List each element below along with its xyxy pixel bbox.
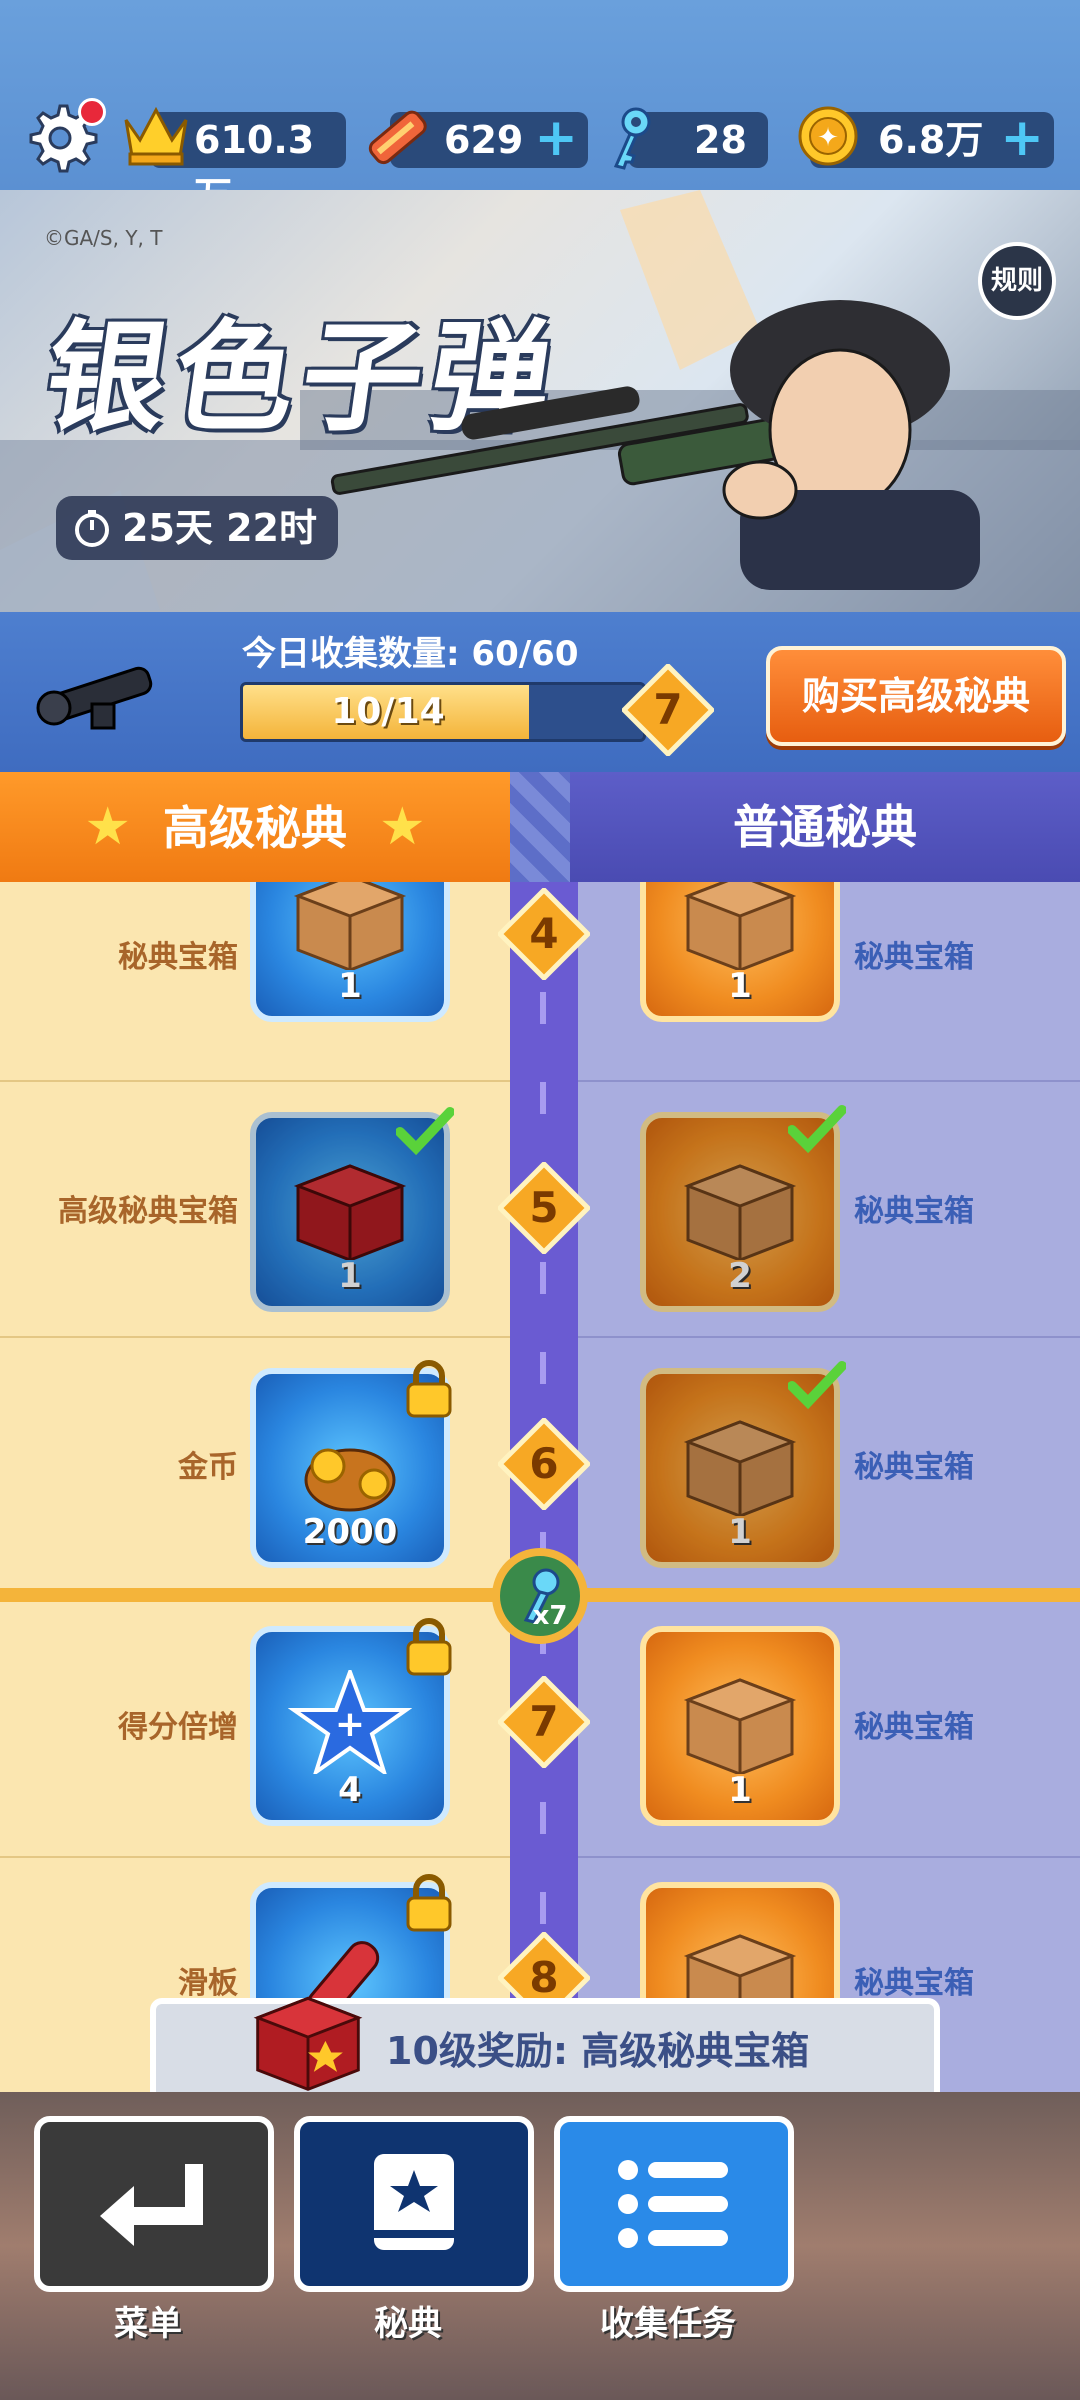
coin-bag-icon	[304, 1448, 396, 1512]
normal-reward-card[interactable]: 1	[640, 882, 840, 1022]
tasks-button[interactable]	[554, 2116, 794, 2292]
ticket-icon	[368, 110, 427, 165]
chest-icon	[683, 1420, 797, 1516]
chest-icon	[683, 1164, 797, 1260]
timer-text: 25天 22时	[122, 506, 317, 550]
current-level-badge: 7	[622, 664, 714, 756]
premium-chest-icon	[253, 1996, 363, 2091]
buy-premium-button[interactable]: 购买高级秘典	[766, 646, 1066, 746]
key-icon	[613, 107, 651, 170]
normal-reward-label: 秘典宝箱	[854, 1710, 974, 1745]
tab-divider	[510, 772, 570, 882]
star-icon: ★	[379, 797, 426, 857]
tab-premium-label: 高级秘典	[163, 801, 347, 855]
level-progress-bar: 10/14	[240, 682, 646, 742]
level-number: 4	[529, 909, 558, 958]
premium-reward-label: 金币	[178, 1450, 238, 1485]
ticket-value: 629	[444, 118, 524, 162]
daily-collect-label: 今日收集数量: 60/60	[242, 634, 579, 674]
chest-icon	[683, 882, 797, 970]
premium-reward-label: 滑板	[178, 1966, 238, 2001]
chest-icon	[293, 882, 407, 970]
premium-reward-label: 得分倍增	[118, 1710, 238, 1745]
level-diamond: 5	[498, 1162, 590, 1254]
normal-reward-card[interactable]: 1	[640, 1626, 840, 1826]
reward-quantity: 4	[338, 1770, 362, 1810]
chest-icon	[683, 1678, 797, 1774]
coin-icon: ✦	[798, 106, 858, 166]
key-unlock-badge[interactable]: x7	[490, 1546, 590, 1646]
tab-normal-label: 普通秘典	[733, 800, 917, 854]
lock-icon	[406, 1618, 452, 1676]
track-row: 秘典宝箱 1 1 4 秘典宝箱	[0, 882, 1080, 1082]
reward-quantity: 1	[728, 1770, 752, 1810]
tasks-label: 收集任务	[600, 2304, 736, 2344]
rules-button[interactable]: 规则	[978, 242, 1056, 320]
reward-quantity: 1	[338, 966, 362, 1006]
menu-label: 菜单	[114, 2304, 182, 2344]
event-banner: ©GA/S, Y, T 银色子弹 规则 25天 22时	[0, 190, 1080, 612]
reward-quantity: 2	[728, 1256, 752, 1296]
level-diamond: 4	[498, 888, 590, 980]
event-timer: 25天 22时	[56, 496, 338, 560]
star-icon: ★	[84, 797, 131, 857]
key-unlock-count: x7	[533, 1601, 568, 1631]
lock-icon	[406, 1874, 452, 1932]
stopwatch-icon	[75, 510, 109, 547]
reward-quantity: 2000	[302, 1512, 398, 1552]
crown-icon	[124, 106, 188, 166]
premium-chest-icon	[293, 1164, 407, 1260]
level-progress-text: 10/14	[331, 691, 445, 732]
premium-reward-label: 高级秘典宝箱	[58, 1194, 238, 1229]
svg-text:+: +	[335, 1704, 365, 1745]
level-diamond: 7	[498, 1676, 590, 1768]
level-number: 8	[529, 1953, 558, 2002]
coin-plus-button[interactable]: +	[1000, 112, 1044, 164]
return-arrow-icon	[100, 2164, 203, 2246]
reward-quantity: 1	[728, 966, 752, 1006]
level-number: 5	[529, 1183, 558, 1232]
pass-tabs: ★ 高级秘典 ★ 普通秘典	[0, 772, 1080, 882]
normal-reward-label: 秘典宝箱	[854, 1194, 974, 1229]
codex-label: 秘典	[374, 2304, 442, 2344]
svg-text:✦: ✦	[817, 123, 839, 153]
premium-reward-label: 秘典宝箱	[118, 940, 238, 975]
scope-icon	[36, 666, 153, 730]
level-diamond: 6	[498, 1418, 590, 1510]
menu-button[interactable]	[34, 2116, 274, 2292]
tab-premium[interactable]: ★ 高级秘典 ★	[0, 772, 510, 882]
current-level-text: 7	[653, 685, 682, 734]
tab-normal[interactable]: 普通秘典	[570, 772, 1080, 882]
reward-banner-text: 10级奖励: 高级秘典宝箱	[386, 2029, 810, 2073]
copyright-text: ©GA/S, Y, T	[44, 226, 163, 250]
level-10-reward-banner[interactable]: 10级奖励: 高级秘典宝箱	[150, 1996, 940, 2104]
reward-quantity: 1	[338, 1256, 362, 1296]
score-star-icon: +	[288, 1670, 412, 1774]
premium-reward-card[interactable]: 1	[250, 882, 450, 1022]
reward-quantity: 1	[728, 1512, 752, 1552]
ticket-plus-button[interactable]: +	[534, 112, 578, 164]
normal-reward-label: 秘典宝箱	[854, 940, 974, 975]
level-number: 7	[529, 1697, 558, 1746]
bottom-navigation: 菜单 秘典 收集任务	[0, 2092, 1080, 2400]
reward-track[interactable]: 秘典宝箱 1 1 4 秘典宝箱 高级秘典宝箱 1 2 5 秘典宝箱 金币 200…	[0, 882, 1080, 2092]
coin-value: 6.8万	[878, 118, 984, 162]
normal-reward-label: 秘典宝箱	[854, 1450, 974, 1485]
lock-icon	[406, 1360, 452, 1418]
top-resource-bar: 610.3万 629 + 28 6.8万 + ✦	[0, 0, 1080, 218]
track-row: 高级秘典宝箱 1 2 5 秘典宝箱	[0, 1082, 1080, 1338]
book-star-icon	[374, 2154, 454, 2250]
notification-dot	[78, 98, 106, 126]
progress-panel: 今日收集数量: 60/60 10/14 7 购买高级秘典	[0, 612, 1080, 772]
claimed-check-icon	[788, 1361, 846, 1410]
character-sniper-illustration	[330, 300, 980, 590]
claimed-check-icon	[396, 1107, 454, 1156]
claimed-check-icon	[788, 1105, 846, 1154]
level-number: 6	[529, 1439, 558, 1488]
codex-button[interactable]	[294, 2116, 534, 2292]
normal-reward-label: 秘典宝箱	[854, 1966, 974, 2001]
list-icon	[618, 2160, 728, 2248]
key-value: 28	[694, 118, 747, 162]
